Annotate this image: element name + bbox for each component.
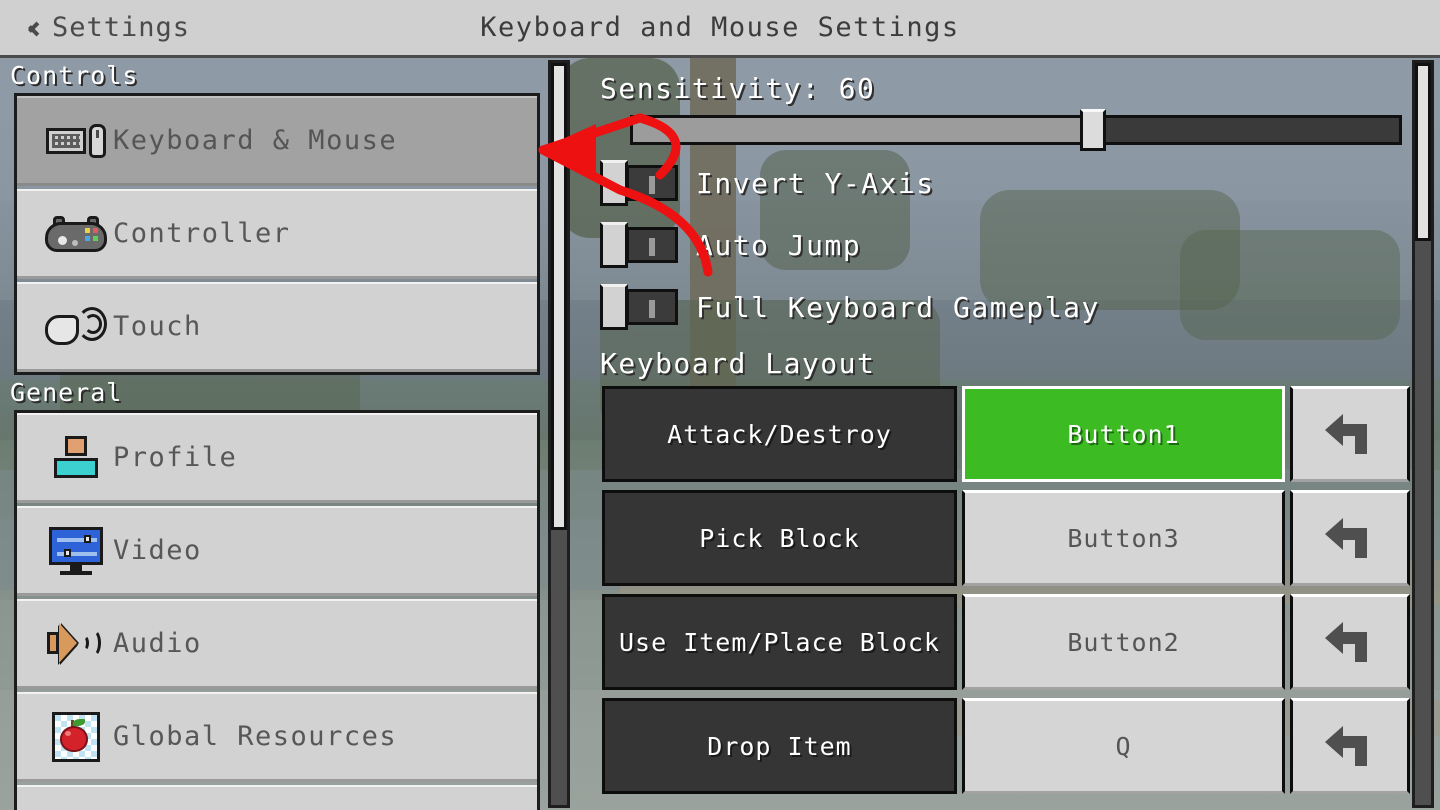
back-button[interactable]: Settings bbox=[14, 0, 200, 55]
toggle-invert-y-axis[interactable] bbox=[600, 160, 678, 206]
settings-screen: Keyboard and Mouse Settings Settings Con… bbox=[0, 0, 1440, 810]
sidebar-item-label: Keyboard & Mouse bbox=[113, 125, 398, 156]
keybinding-key-button[interactable]: Button2 bbox=[962, 594, 1285, 690]
sidebar-item-controller[interactable]: Controller bbox=[17, 189, 537, 279]
video-monitor-icon bbox=[39, 522, 113, 580]
keybinding-row-use-item-place-block: Use Item/Place Block Button2 bbox=[602, 594, 1410, 690]
undo-arrow-icon bbox=[1325, 622, 1367, 662]
sidebar-item-storage[interactable]: Storage bbox=[17, 785, 537, 810]
sidebar-item-audio[interactable]: Audio bbox=[17, 599, 537, 689]
sidebar-scrollbar-thumb[interactable] bbox=[551, 63, 567, 531]
sensitivity-slider-handle[interactable] bbox=[1079, 109, 1106, 151]
sidebar-item-label: Global Resources bbox=[113, 721, 398, 752]
toggle-track bbox=[626, 165, 678, 201]
content-scrollbar-thumb[interactable] bbox=[1415, 63, 1431, 242]
keyboard-layout-heading: Keyboard Layout bbox=[600, 347, 876, 380]
content-scrollbar[interactable] bbox=[1412, 60, 1434, 808]
sensitivity-label: Sensitivity: 60 bbox=[600, 72, 876, 105]
sidebar-group-title: General bbox=[10, 378, 123, 407]
touch-hand-icon bbox=[39, 298, 113, 356]
sidebar-group: Profile Video Audio Global Resources Storage bbox=[14, 410, 540, 810]
sidebar-group-title: Controls bbox=[10, 61, 139, 90]
sidebar-scrollbar[interactable] bbox=[548, 60, 570, 808]
keybinding-key-button[interactable]: Q bbox=[962, 698, 1285, 794]
undo-arrow-icon bbox=[1325, 414, 1367, 454]
undo-arrow-icon bbox=[1325, 518, 1367, 558]
keybinding-row-pick-block: Pick Block Button3 bbox=[602, 490, 1410, 586]
settings-sidebar[interactable]: Controls Keyboard & Mouse Controller Touch G… bbox=[0, 58, 580, 810]
sidebar-item-global-resources[interactable]: Global Resources bbox=[17, 692, 537, 782]
keybinding-reset-button[interactable] bbox=[1290, 386, 1410, 482]
sidebar-item-keyboard-mouse[interactable]: Keyboard & Mouse bbox=[17, 96, 537, 186]
sidebar-item-label: Profile bbox=[113, 442, 238, 473]
sidebar-item-profile[interactable]: Profile bbox=[17, 413, 537, 503]
keybinding-row-drop-item: Drop Item Q bbox=[602, 698, 1410, 794]
sidebar-item-label: Touch bbox=[113, 311, 202, 342]
apple-pack-icon bbox=[39, 708, 113, 766]
keybinding-reset-button[interactable] bbox=[1290, 490, 1410, 586]
sidebar-item-label: Controller bbox=[113, 218, 291, 249]
keybinding-action-label[interactable]: Pick Block bbox=[602, 490, 957, 586]
toggle-row-auto-jump: Auto Jump bbox=[600, 221, 1410, 269]
toggle-auto-jump[interactable] bbox=[600, 222, 678, 268]
toggle-label: Auto Jump bbox=[696, 228, 862, 262]
keybinding-action-label[interactable]: Drop Item bbox=[602, 698, 957, 794]
keybinding-row-attack-destroy: Attack/Destroy Button1 bbox=[602, 386, 1410, 482]
toggle-track bbox=[626, 227, 678, 263]
sidebar-group: Keyboard & Mouse Controller Touch bbox=[14, 93, 540, 375]
sidebar-item-label: Audio bbox=[113, 628, 202, 659]
toggle-label: Full Keyboard Gameplay bbox=[696, 290, 1100, 324]
sidebar-item-label: Video bbox=[113, 535, 202, 566]
keyboard-mouse-panel: Sensitivity: 60 Invert Y-Axis Auto Jump Fu… bbox=[592, 58, 1410, 810]
keybinding-reset-button[interactable] bbox=[1290, 698, 1410, 794]
undo-arrow-icon bbox=[1325, 726, 1367, 766]
keybinding-key-button[interactable]: Button3 bbox=[962, 490, 1285, 586]
keybinding-action-label[interactable]: Attack/Destroy bbox=[602, 386, 957, 482]
toggle-knob[interactable] bbox=[600, 284, 628, 330]
keybinding-reset-button[interactable] bbox=[1290, 594, 1410, 690]
chevron-left-icon bbox=[24, 17, 38, 39]
top-bar: Keyboard and Mouse Settings Settings bbox=[0, 0, 1440, 58]
toggle-row-full-keyboard-gameplay: Full Keyboard Gameplay bbox=[600, 283, 1410, 331]
toggle-knob[interactable] bbox=[600, 160, 628, 206]
folder-icon bbox=[39, 801, 113, 810]
toggle-full-keyboard-gameplay[interactable] bbox=[600, 284, 678, 330]
profile-person-icon bbox=[39, 429, 113, 487]
keybinding-action-label[interactable]: Use Item/Place Block bbox=[602, 594, 957, 690]
back-button-label: Settings bbox=[52, 12, 191, 43]
page-title: Keyboard and Mouse Settings bbox=[480, 12, 960, 43]
sidebar-item-video[interactable]: Video bbox=[17, 506, 537, 596]
audio-speaker-icon bbox=[39, 615, 113, 673]
sensitivity-slider-fill bbox=[633, 118, 1093, 142]
toggle-knob[interactable] bbox=[600, 222, 628, 268]
keyboard-mouse-icon bbox=[39, 112, 113, 170]
toggle-label: Invert Y-Axis bbox=[696, 166, 935, 200]
sidebar-item-touch[interactable]: Touch bbox=[17, 282, 537, 372]
toggle-track bbox=[626, 289, 678, 325]
toggle-row-invert-y-axis: Invert Y-Axis bbox=[600, 159, 1410, 207]
keybinding-key-button[interactable]: Button1 bbox=[962, 386, 1285, 482]
sensitivity-slider[interactable] bbox=[630, 109, 1402, 151]
gamepad-icon bbox=[39, 205, 113, 263]
